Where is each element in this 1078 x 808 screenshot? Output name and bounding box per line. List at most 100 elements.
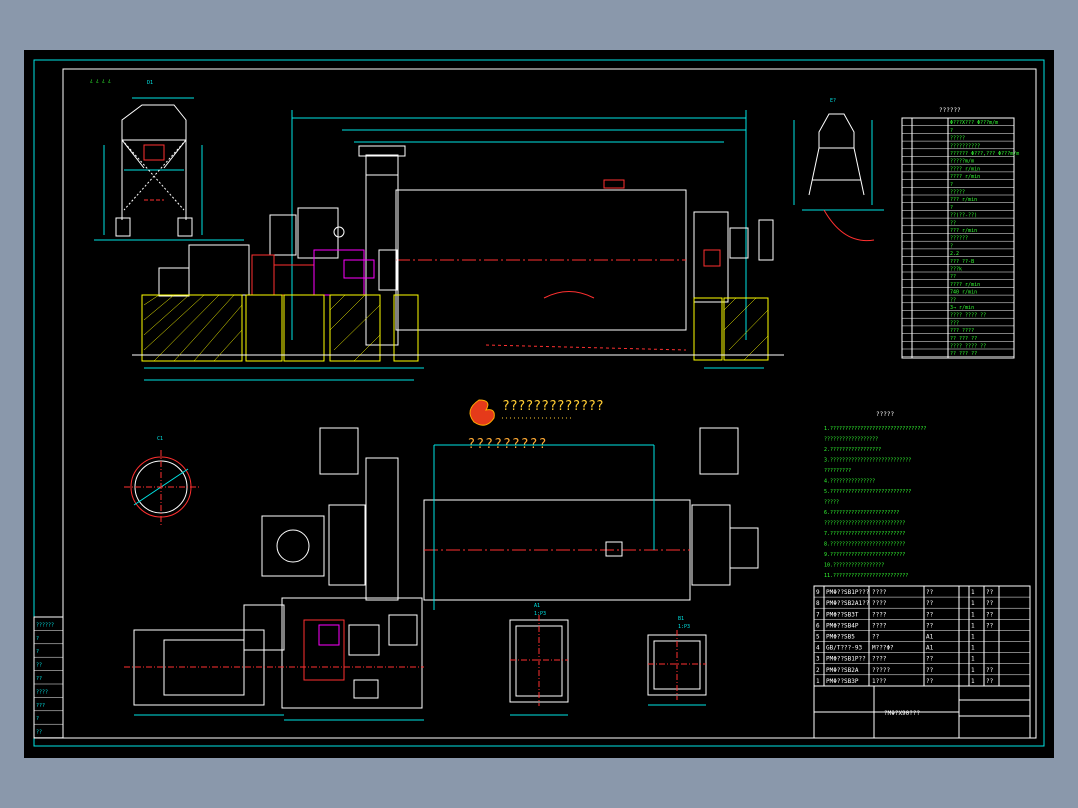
cad-drawing: ¿ ¿ ¿ ¿ D1 E? ?????? Φ???X??? Φ???m/m???…	[33, 59, 1045, 747]
parts-cell: ?????	[872, 667, 890, 674]
parts-cell: A1	[926, 634, 934, 641]
spec-row: ??????????	[950, 143, 980, 149]
note-line: 11.?????????????????????????	[824, 573, 908, 579]
parts-cell: ????	[872, 611, 887, 618]
parts-cell: PMΦ??SB3P	[826, 678, 859, 685]
parts-cell: ????	[872, 622, 887, 629]
parts-cell: 5	[816, 634, 820, 641]
spec-row: ???k	[950, 267, 962, 273]
spec-row: ??	[950, 220, 956, 226]
spec-row: ?? ??? ??	[950, 351, 977, 357]
spec-row: 2.2	[950, 251, 959, 257]
drive-plan	[124, 597, 424, 721]
parts-cell: PMΦ??SB1P??	[826, 656, 866, 663]
hopper-view-d1: D1	[94, 80, 244, 241]
spec-row: ??? r/min	[950, 228, 977, 234]
strip-cell: ??????	[36, 622, 54, 628]
spec-row: ??(??-??)	[950, 213, 977, 219]
spec-row: ?	[950, 182, 953, 188]
parts-cell: 1	[971, 645, 975, 652]
spec-row: ?????	[950, 190, 965, 196]
parts-cell: GB/T???-93	[826, 645, 863, 652]
notes-title: ?????	[876, 411, 894, 418]
left-revision-strip: ??????????????????????	[33, 616, 64, 739]
spec-row: ??? ??-B	[950, 259, 974, 265]
parts-cell: ??	[926, 589, 934, 596]
parts-cell: ??	[926, 656, 934, 663]
corner-marks: ¿ ¿ ¿ ¿	[90, 78, 111, 84]
view-a1: A1 1:P3	[509, 603, 569, 716]
spec-table-title: ??????	[939, 107, 961, 114]
parts-cell: ??	[986, 622, 994, 629]
view-b1: B1 1:P3	[647, 616, 707, 706]
parts-cell: ??	[986, 589, 994, 596]
strip-cell: ?	[36, 636, 39, 642]
view-label-b1-sub: 1:P3	[678, 624, 690, 630]
parts-cell: PMΦ??SB2A	[826, 667, 859, 674]
parts-cell: 1???	[872, 678, 887, 685]
note-line: 6.???????????????????????	[824, 510, 899, 516]
spec-row: ???? ???? ??	[950, 313, 986, 319]
strip-cell: ?	[36, 716, 39, 722]
parts-cell: ????	[872, 600, 887, 607]
parts-cell: PMΦ??SB2A1??	[826, 600, 870, 607]
spec-table: ?????? Φ???X??? Φ???m/m?????????????????…	[901, 107, 1019, 359]
parts-cell: 7	[816, 611, 820, 618]
drawing-sheet: ¿ ¿ ¿ ¿ D1 E? ?????? Φ???X??? Φ???m/m ? …	[24, 50, 1054, 758]
strip-cell: ??	[36, 676, 42, 682]
parts-cell: 1	[971, 622, 975, 629]
note-line: ??????????????????	[824, 437, 878, 443]
spec-row: ??	[950, 274, 956, 280]
spec-row: ???? ???? ??	[950, 344, 986, 350]
spec-row: Φ???X??? Φ???m/m	[950, 120, 998, 126]
section-c1: C1	[124, 436, 199, 525]
parts-cell: ??	[986, 611, 994, 618]
view-label-d1: D1	[147, 80, 153, 86]
spec-row: 3→ r/min	[950, 305, 974, 311]
note-line: ?????	[824, 500, 839, 506]
spec-row: ?	[950, 128, 953, 134]
parts-cell: PMΦ??SB5	[826, 634, 855, 641]
spec-row: ?????m/m	[950, 159, 974, 165]
parts-cell: 9	[816, 589, 820, 596]
plan-view	[261, 427, 759, 610]
note-line: 8.?????????????????????????	[824, 542, 905, 548]
parts-list: 9 PMΦ??SB1P????????? 1 ??8 PMΦ??SB2A1???????…	[813, 585, 1031, 687]
parts-cell: PMΦ??SB1P???	[826, 589, 870, 596]
spec-row: ??? ????	[950, 328, 974, 334]
technical-notes: ????? 1.????????????????????????????????…	[824, 411, 926, 579]
parts-cell: 4	[816, 645, 820, 652]
logo-mark	[469, 399, 495, 426]
parts-cell: 1	[816, 678, 820, 685]
note-line: 10.?????????????????	[824, 563, 884, 569]
parts-cell: ??	[986, 600, 994, 607]
spec-row: ???? r/min	[950, 174, 980, 180]
parts-cell: 6	[816, 622, 820, 629]
parts-cell: 8	[816, 600, 820, 607]
parts-cell: 1	[971, 667, 975, 674]
spec-row: ?? ??? ??	[950, 336, 977, 342]
parts-cell: ??	[926, 611, 934, 618]
spec-row: ???	[950, 320, 959, 326]
parts-cell: ??	[986, 678, 994, 685]
strip-cell: ??	[36, 663, 42, 669]
parts-cell: 1	[971, 634, 975, 641]
view-label-a1-sub: 1:P3	[534, 611, 546, 617]
title-block-name: ?MΦ?X90???	[884, 710, 921, 717]
strip-cell: ???	[36, 703, 45, 709]
note-line: 7.?????????????????????????	[824, 531, 905, 537]
note-line: 1.????????????????????????????????	[824, 426, 926, 432]
parts-cell: ????	[872, 656, 887, 663]
parts-cell: A1	[926, 645, 934, 652]
parts-cell: ??	[926, 622, 934, 629]
spec-row: ??? r/min	[950, 197, 977, 203]
parts-cell: 1	[971, 656, 975, 663]
parts-cell: 1	[971, 678, 975, 685]
parts-cell: 2	[816, 667, 820, 674]
spec-row: ???? r/min	[950, 166, 980, 172]
note-line: 2.?????????????????	[824, 447, 881, 453]
parts-cell: ??	[926, 667, 934, 674]
spec-row: ?????	[950, 136, 965, 142]
spec-row: ?	[950, 243, 953, 249]
strip-cell: ?	[36, 649, 39, 655]
